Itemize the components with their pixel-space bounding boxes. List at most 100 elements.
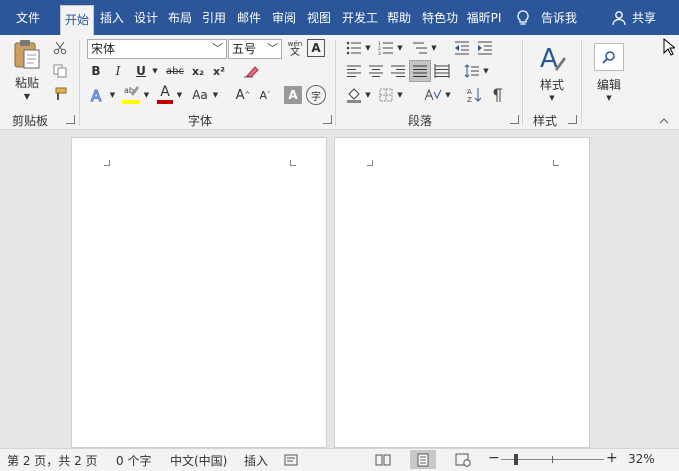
tab-home[interactable]: 开始 — [60, 5, 94, 35]
format-painter-icon[interactable] — [50, 85, 70, 103]
clipboard-dialog-launcher-icon[interactable] — [66, 115, 75, 124]
italic-button[interactable]: I — [110, 62, 126, 80]
svg-text:3: 3 — [378, 51, 381, 55]
zoom-slider[interactable] — [501, 454, 604, 465]
font-color-button[interactable]: A — [155, 83, 175, 105]
collapse-ribbon-chevron-up-icon[interactable] — [657, 115, 671, 127]
borders-icon[interactable] — [376, 85, 396, 105]
character-shading-button[interactable]: A — [284, 86, 302, 104]
underline-button[interactable]: U — [133, 62, 149, 80]
bullets-icon[interactable] — [344, 39, 364, 57]
lightbulb-icon[interactable] — [512, 0, 534, 35]
tab-help[interactable]: 帮助 — [384, 0, 414, 35]
zoom-level-status[interactable]: 32% — [628, 452, 655, 466]
copy-icon[interactable] — [50, 62, 70, 80]
svg-text:Z: Z — [467, 96, 472, 103]
font-name-combo[interactable]: 宋体 ﹀ — [87, 39, 227, 59]
tab-special[interactable]: 特色功 — [418, 0, 462, 35]
tab-review[interactable]: 审阅 — [269, 0, 299, 35]
macro-record-icon[interactable] — [284, 453, 298, 467]
sort-icon[interactable]: AZ — [464, 85, 484, 105]
cut-scissors-icon[interactable] — [50, 39, 70, 57]
grow-font-button[interactable]: A ^ — [234, 85, 252, 105]
align-right-icon[interactable] — [388, 62, 408, 80]
font-dialog-launcher-icon[interactable] — [323, 115, 332, 124]
multilevel-list-icon[interactable] — [410, 39, 430, 57]
line-spacing-icon[interactable] — [462, 62, 482, 80]
share-button[interactable]: 共享 — [629, 0, 659, 35]
chevron-down-icon: ▼ — [606, 93, 612, 102]
paste-button[interactable]: 粘贴 ▼ — [6, 39, 48, 101]
crop-mark — [553, 160, 559, 166]
word-count-status[interactable]: 0 个字 — [116, 452, 151, 469]
tab-design[interactable]: 设计 — [131, 0, 161, 35]
document-canvas[interactable] — [0, 131, 679, 448]
show-paragraph-marks-icon[interactable] — [487, 85, 507, 105]
highlight-color-button[interactable]: ab — [120, 83, 142, 105]
strikethrough-button[interactable]: abc — [164, 62, 186, 80]
shading-bucket-icon[interactable] — [344, 85, 364, 105]
align-left-icon[interactable] — [344, 62, 364, 80]
styles-dialog-launcher-icon[interactable] — [568, 115, 577, 124]
distributed-icon[interactable] — [432, 62, 452, 80]
paragraph-dialog-launcher-icon[interactable] — [510, 115, 519, 124]
character-border-button[interactable]: A — [307, 39, 325, 57]
justify-icon[interactable] — [409, 60, 431, 82]
find-magnifier-icon — [594, 42, 624, 71]
chevron-down-icon[interactable]: ▼ — [108, 85, 117, 105]
subscript-button[interactable]: x₂ — [189, 62, 207, 80]
change-case-button[interactable]: Aa — [189, 85, 211, 105]
bold-button[interactable]: B — [88, 62, 104, 80]
tab-insert[interactable]: 插入 — [97, 0, 127, 35]
zoom-out-button[interactable]: − — [488, 450, 500, 466]
font-size-combo[interactable]: 五号 ﹀ — [228, 39, 282, 59]
tab-developer[interactable]: 开发工 — [339, 0, 381, 35]
asian-layout-icon[interactable] — [422, 85, 444, 105]
web-layout-icon[interactable] — [455, 453, 471, 467]
tab-file[interactable]: 文件 — [8, 0, 48, 35]
decrease-indent-icon[interactable] — [452, 39, 472, 57]
chevron-down-icon[interactable]: ▼ — [211, 85, 220, 105]
shrink-font-button[interactable]: Aˇ — [256, 85, 274, 105]
tab-view[interactable]: 视图 — [304, 0, 334, 35]
clear-formatting-eraser-icon[interactable] — [240, 62, 262, 80]
chevron-down-icon[interactable]: ▼ — [364, 39, 372, 57]
share-user-icon[interactable] — [608, 0, 630, 35]
document-page-2[interactable] — [334, 137, 590, 448]
tell-me-search[interactable]: 告诉我 — [537, 0, 581, 35]
tab-mailings[interactable]: 邮件 — [234, 0, 264, 35]
tab-layout[interactable]: 布局 — [165, 0, 195, 35]
styles-button[interactable]: A 样式 ▼ — [528, 39, 576, 105]
numbering-icon[interactable]: 123 — [376, 39, 396, 57]
zoom-slider-thumb[interactable] — [514, 454, 518, 465]
chevron-down-icon: ▼ — [549, 93, 555, 102]
document-page-1[interactable] — [71, 137, 327, 448]
language-status[interactable]: 中文(中国) — [170, 452, 227, 469]
increase-indent-icon[interactable] — [475, 39, 495, 57]
chevron-down-icon[interactable]: ▼ — [364, 85, 372, 105]
print-layout-icon[interactable] — [410, 450, 436, 469]
chevron-down-icon[interactable]: ▼ — [430, 39, 438, 57]
tab-references[interactable]: 引用 — [199, 0, 229, 35]
chevron-down-icon[interactable]: ▼ — [482, 62, 490, 80]
chevron-down-icon[interactable]: ▼ — [444, 85, 452, 105]
chevron-down-icon[interactable]: ▼ — [142, 85, 151, 105]
page-count-status[interactable]: 第 2 页，共 2 页 — [7, 452, 98, 469]
chevron-down-icon[interactable]: ▼ — [150, 62, 160, 80]
enclose-characters-button[interactable]: 字 — [306, 85, 326, 105]
chevron-down-icon[interactable]: ▼ — [396, 39, 404, 57]
read-mode-icon[interactable] — [375, 453, 391, 467]
align-center-icon[interactable] — [366, 62, 386, 80]
chevron-down-icon[interactable]: ▼ — [396, 85, 404, 105]
grow-font-letter: A — [235, 87, 245, 103]
text-effects-icon[interactable]: A — [88, 85, 108, 105]
tab-foxit[interactable]: 福昕PI — [462, 0, 506, 35]
clipboard-icon — [14, 40, 40, 69]
chevron-down-icon[interactable]: ▼ — [175, 85, 184, 105]
phonetic-guide-button[interactable]: wén 文 — [285, 38, 305, 60]
insert-mode-status[interactable]: 插入 — [244, 452, 268, 469]
zoom-in-button[interactable]: + — [606, 450, 618, 466]
superscript-button[interactable]: x² — [210, 62, 228, 80]
chevron-down-icon: ﹀ — [267, 42, 278, 55]
editing-button[interactable]: 编辑 ▼ — [588, 39, 630, 105]
